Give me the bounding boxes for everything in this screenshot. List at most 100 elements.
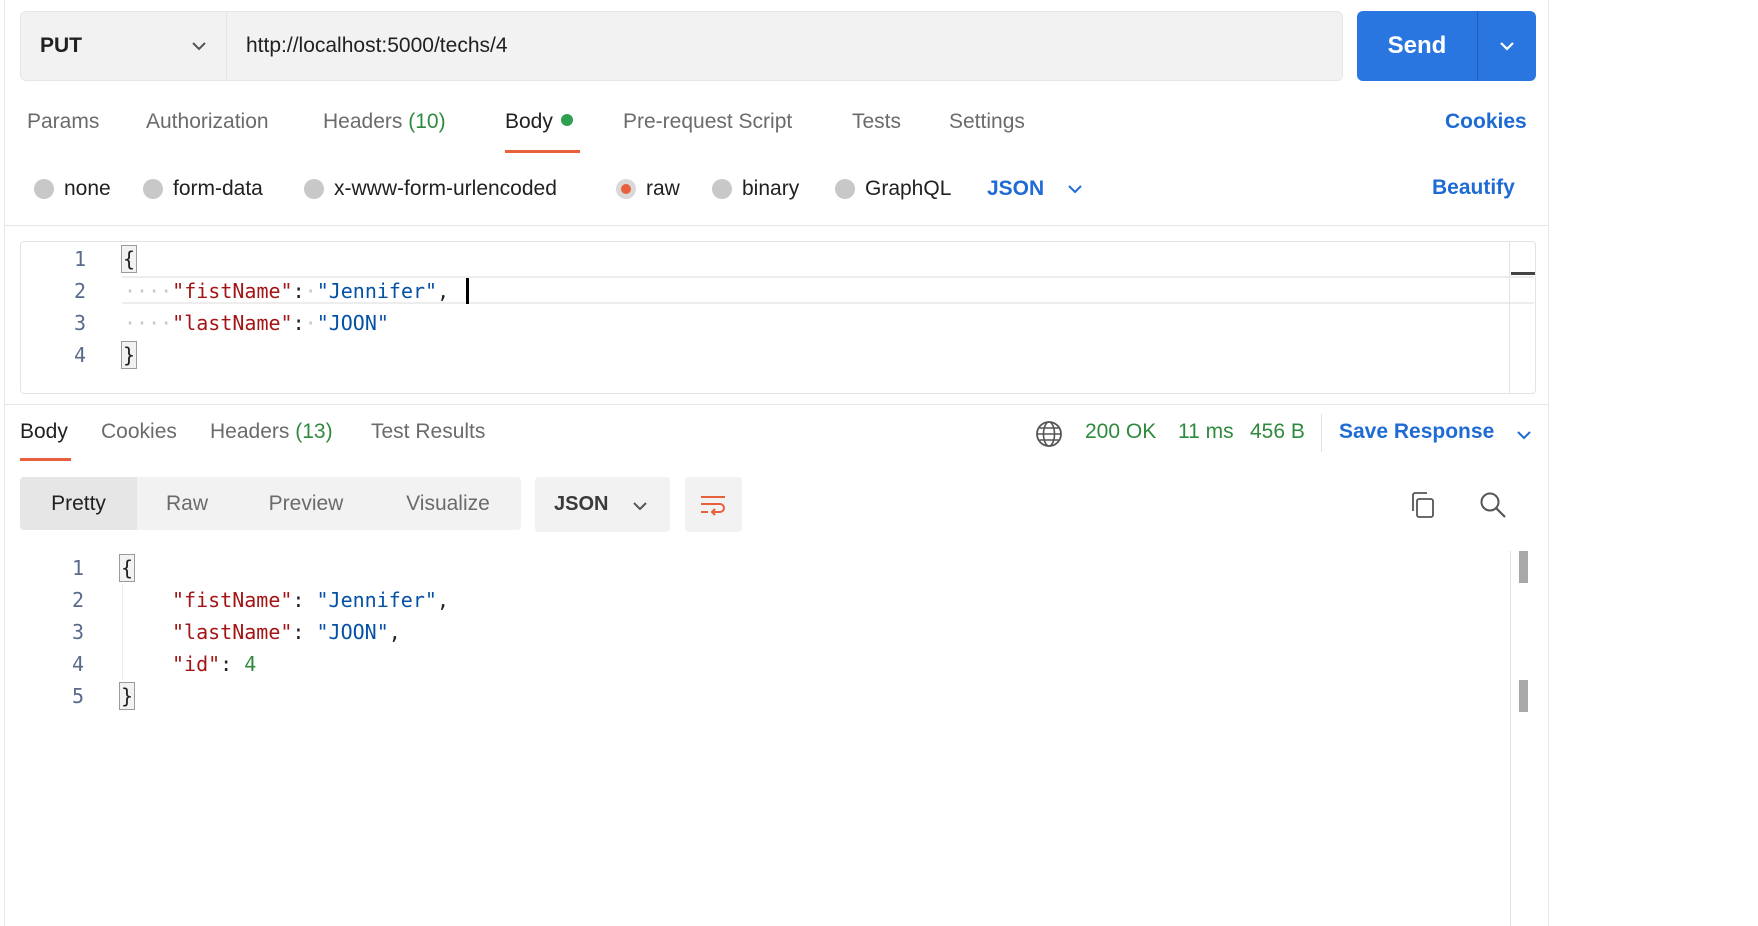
body-format-select[interactable]: JSON bbox=[987, 172, 1084, 206]
radio-binary[interactable]: binary bbox=[712, 172, 799, 206]
line-number: 1 bbox=[71, 556, 84, 580]
json-colon: : bbox=[292, 588, 305, 612]
json-comma: , bbox=[437, 279, 450, 303]
close-brace: } bbox=[119, 682, 136, 710]
line-number: 3 bbox=[73, 311, 86, 335]
json-number: 4 bbox=[244, 652, 257, 676]
radio-raw[interactable]: raw bbox=[616, 172, 680, 206]
view-preview[interactable]: Preview bbox=[237, 477, 375, 530]
response-size[interactable]: 456 B bbox=[1250, 420, 1305, 444]
search-icon[interactable] bbox=[1479, 490, 1507, 520]
radio-binary-label: binary bbox=[742, 177, 800, 200]
radio-dot bbox=[712, 179, 732, 199]
response-tab-body-underline bbox=[20, 458, 71, 461]
radio-urlencoded[interactable]: x-www-form-urlencoded bbox=[304, 172, 557, 206]
body-modified-dot bbox=[560, 114, 573, 126]
code-line: "id": 4 bbox=[172, 648, 256, 680]
right-blank-area bbox=[1549, 0, 1758, 926]
response-tab-headers-count: (13) bbox=[295, 420, 333, 443]
view-visualize[interactable]: Visualize bbox=[375, 477, 521, 530]
send-button[interactable]: Send bbox=[1357, 11, 1477, 81]
divider bbox=[5, 225, 1548, 226]
editor-scrollbar[interactable] bbox=[1509, 242, 1510, 393]
beautify-link[interactable]: Beautify bbox=[1432, 176, 1515, 200]
json-string: "JOON" bbox=[316, 311, 389, 335]
whitespace-dots: ···· bbox=[124, 279, 173, 303]
radio-graphql[interactable]: GraphQL bbox=[835, 172, 951, 206]
url-text: http://localhost:5000/techs/4 bbox=[246, 34, 508, 57]
chevron-down-icon bbox=[633, 502, 647, 511]
radio-form-data[interactable]: form-data bbox=[143, 172, 263, 206]
code-line: ····"lastName":·"JOON" bbox=[124, 307, 389, 339]
radio-none[interactable]: none bbox=[34, 172, 111, 206]
code-line: } bbox=[121, 339, 138, 371]
send-button-group: Send bbox=[1357, 11, 1536, 81]
response-status[interactable]: 200 OK bbox=[1085, 420, 1156, 444]
json-key: "lastName" bbox=[172, 620, 293, 644]
tab-tests[interactable]: Tests bbox=[852, 110, 901, 134]
tab-authorization[interactable]: Authorization bbox=[146, 110, 269, 134]
response-scroll-thumb[interactable] bbox=[1519, 551, 1528, 583]
view-pretty[interactable]: Pretty bbox=[20, 477, 137, 530]
cookies-link[interactable]: Cookies bbox=[1445, 110, 1527, 134]
radio-dot bbox=[835, 179, 855, 199]
radio-raw-label: raw bbox=[646, 177, 680, 200]
response-view-toggle: Pretty Raw Preview Visualize bbox=[20, 477, 521, 530]
method-select[interactable]: PUT bbox=[20, 11, 226, 81]
radio-form-data-label: form-data bbox=[173, 177, 263, 200]
whitespace-dots: · bbox=[304, 279, 317, 303]
send-divider bbox=[1477, 11, 1478, 81]
globe-icon[interactable] bbox=[1035, 420, 1063, 448]
line-number: 1 bbox=[73, 247, 86, 271]
code-line: "lastName": "JOON", bbox=[172, 616, 401, 648]
json-key: "lastName" bbox=[172, 311, 293, 335]
response-tab-cookies[interactable]: Cookies bbox=[101, 420, 177, 444]
line-number: 5 bbox=[71, 684, 84, 708]
response-time[interactable]: 11 ms bbox=[1178, 420, 1234, 444]
tab-prerequest-script[interactable]: Pre-request Script bbox=[623, 110, 792, 134]
code-line: "fistName": "Jennifer", bbox=[172, 584, 449, 616]
save-response-button[interactable]: Save Response bbox=[1339, 420, 1531, 444]
line-number: 2 bbox=[71, 588, 84, 612]
response-tab-headers-label: Headers bbox=[210, 420, 290, 443]
response-format-label: JSON bbox=[554, 493, 609, 515]
radio-none-label: none bbox=[64, 177, 111, 200]
tab-headers[interactable]: Headers (10) bbox=[323, 110, 446, 134]
response-format-select[interactable]: JSON bbox=[535, 477, 670, 532]
editor-scroll-marker bbox=[1511, 272, 1535, 275]
response-tab-test-results[interactable]: Test Results bbox=[371, 420, 485, 444]
json-comma: , bbox=[388, 620, 401, 644]
status-divider bbox=[1321, 414, 1322, 452]
copy-icon[interactable] bbox=[1408, 490, 1436, 520]
tab-body[interactable]: Body bbox=[505, 110, 573, 134]
tab-settings[interactable]: Settings bbox=[949, 110, 1025, 134]
radio-dot bbox=[34, 179, 54, 199]
wrap-lines-button[interactable] bbox=[685, 477, 742, 532]
json-string: "Jennifer" bbox=[316, 279, 438, 303]
code-line: { bbox=[121, 243, 138, 275]
json-string: "Jennifer" bbox=[316, 588, 437, 612]
tab-headers-count: (10) bbox=[408, 110, 446, 133]
divider bbox=[5, 404, 1548, 405]
json-colon: : bbox=[292, 279, 305, 303]
line-number: 2 bbox=[73, 279, 86, 303]
radio-dot bbox=[143, 179, 163, 199]
tab-params[interactable]: Params bbox=[27, 110, 99, 134]
response-tab-headers[interactable]: Headers (13) bbox=[210, 420, 333, 444]
response-scroll-marker bbox=[1519, 680, 1528, 712]
radio-dot-selected bbox=[616, 179, 636, 199]
json-key: "fistName" bbox=[172, 588, 293, 612]
json-key: "id" bbox=[172, 652, 221, 676]
response-scrollbar[interactable] bbox=[1510, 551, 1511, 926]
code-line: } bbox=[119, 680, 136, 712]
chevron-down-icon[interactable] bbox=[1497, 36, 1517, 56]
view-raw[interactable]: Raw bbox=[137, 477, 237, 530]
url-input[interactable]: http://localhost:5000/techs/4 bbox=[226, 11, 1343, 81]
body-format-label: JSON bbox=[987, 177, 1045, 200]
postman-request-page: PUT http://localhost:5000/techs/4 Send P… bbox=[0, 0, 1758, 926]
response-tab-body[interactable]: Body bbox=[20, 420, 68, 444]
json-key: "fistName" bbox=[172, 279, 293, 303]
code-line: ····"fistName":·"Jennifer", bbox=[124, 275, 449, 307]
json-colon: : bbox=[292, 620, 305, 644]
radio-urlencoded-label: x-www-form-urlencoded bbox=[334, 177, 557, 200]
